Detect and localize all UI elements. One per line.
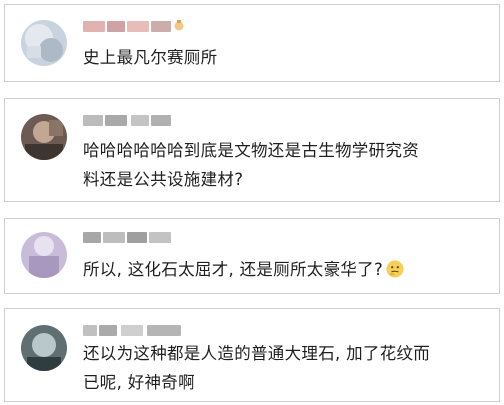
comment-card[interactable]: 哈哈哈哈哈哈到底是文物还是古生物学研究资 料还是公共设施建材?	[4, 98, 500, 202]
emoji-icon	[174, 20, 184, 31]
username-blurred[interactable]	[83, 115, 173, 128]
comment-line: 哈哈哈哈哈哈到底是文物还是古生物学研究资	[83, 141, 419, 160]
comment-card[interactable]: 史上最凡尔赛厕所	[4, 4, 500, 82]
comment-text: 还以为这种都是人造的普通大理石, 加了花纹而 已呢, 好神奇啊	[83, 339, 485, 397]
avatar[interactable]	[21, 20, 67, 66]
comment-line-text: 所以, 这化石太屈才, 还是厕所太豪华了?	[83, 260, 384, 279]
avatar[interactable]	[21, 114, 67, 160]
comment-line: 史上最凡尔赛厕所	[83, 48, 218, 67]
comment-text: 哈哈哈哈哈哈到底是文物还是古生物学研究资 料还是公共设施建材?	[83, 136, 485, 194]
username-blurred[interactable]	[83, 232, 173, 245]
username-blurred[interactable]	[83, 20, 184, 34]
username-blurred[interactable]	[83, 325, 183, 338]
comment-card[interactable]: 所以, 这化石太屈才, 还是厕所太豪华了?	[4, 218, 500, 294]
thinking-emoji-icon	[386, 260, 404, 278]
comment-line: 已呢, 好神奇啊	[83, 373, 195, 392]
avatar[interactable]	[21, 232, 67, 278]
comment-text: 史上最凡尔赛厕所	[83, 43, 485, 72]
comment-card[interactable]: 还以为这种都是人造的普通大理石, 加了花纹而 已呢, 好神奇啊	[4, 308, 500, 402]
comment-text: 所以, 这化石太屈才, 还是厕所太豪华了?	[83, 255, 485, 284]
avatar[interactable]	[21, 325, 67, 371]
comment-line: 料还是公共设施建材?	[83, 170, 244, 189]
comment-line: 所以, 这化石太屈才, 还是厕所太豪华了?	[83, 255, 485, 284]
comment-thread: 史上最凡尔赛厕所 哈哈哈哈哈哈到底是文物还是古生物学研究资 料还是公共设施建材?	[0, 0, 504, 405]
comment-line: 还以为这种都是人造的普通大理石, 加了花纹而	[83, 344, 431, 363]
